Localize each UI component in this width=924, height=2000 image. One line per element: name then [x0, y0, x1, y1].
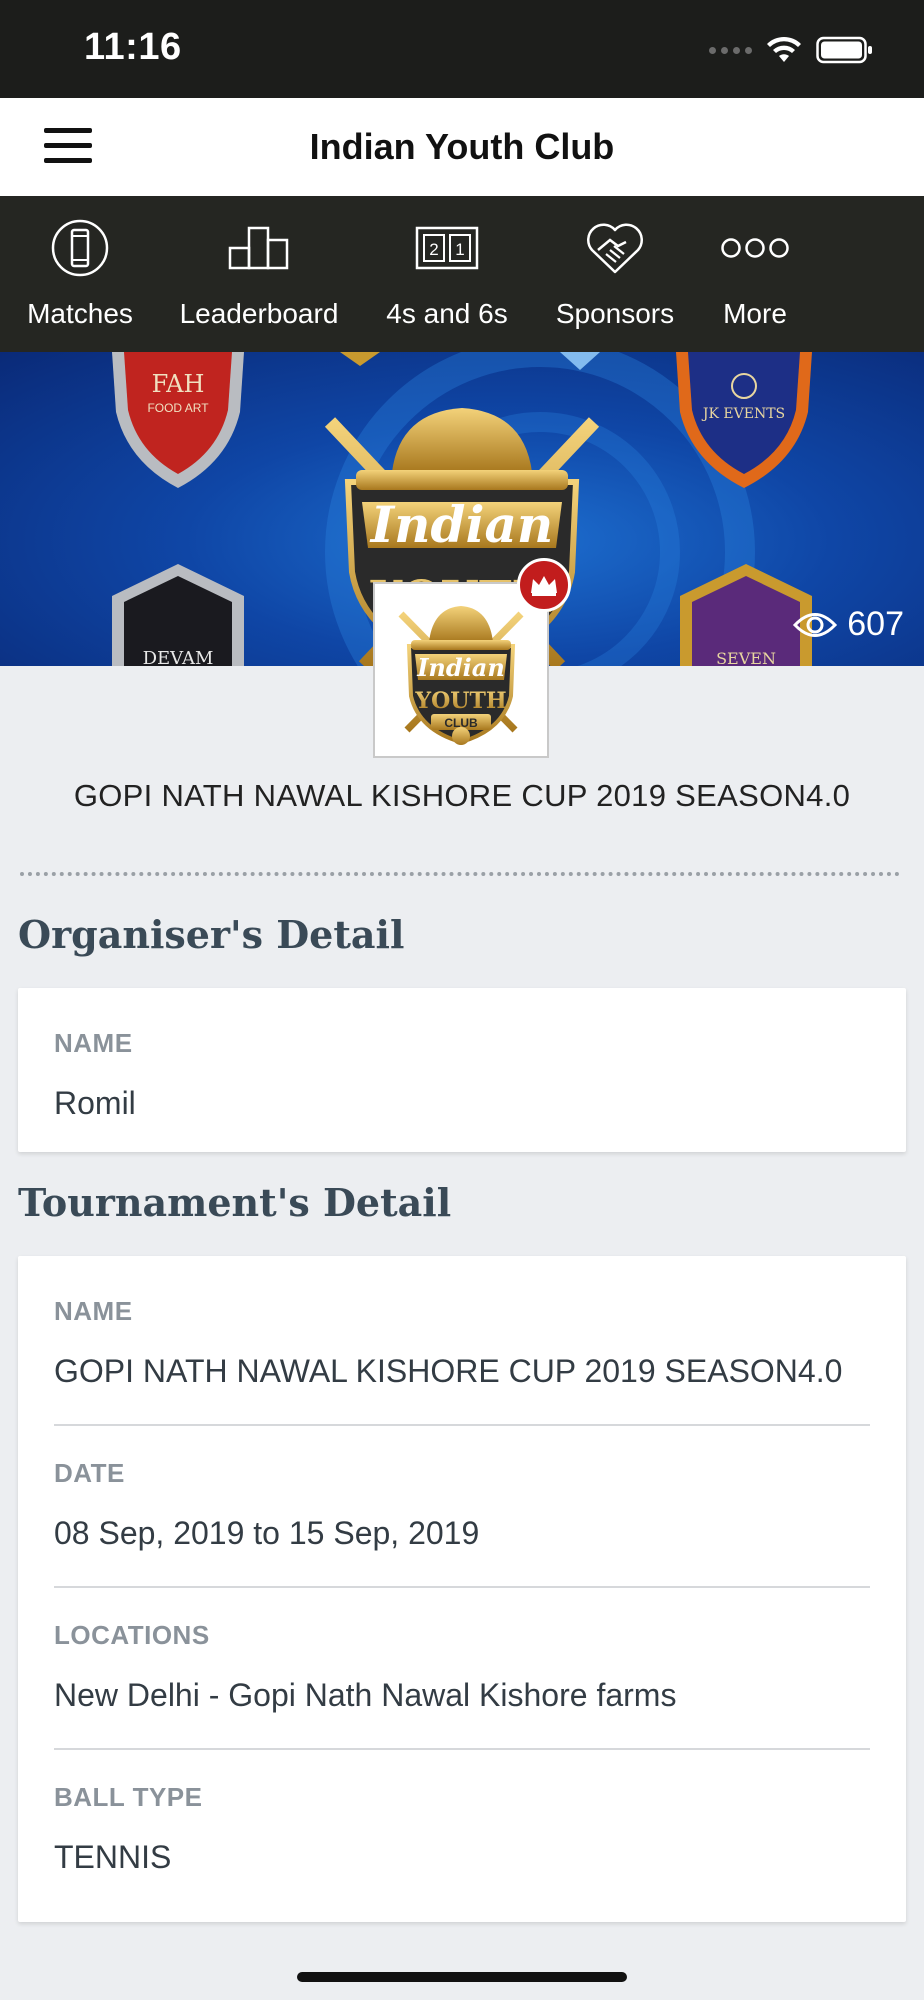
tab-label: More [723, 298, 787, 329]
cricket-pitch-icon [51, 219, 109, 277]
status-icons [709, 36, 874, 64]
field-label: NAME [54, 1028, 133, 1058]
divider [20, 872, 900, 876]
wifi-icon [767, 36, 801, 62]
field-label: DATE [54, 1458, 125, 1488]
tab-leaderboard[interactable]: Leaderboard [172, 216, 346, 330]
club-logo-image: Indian YOUTH CLUB [398, 606, 524, 745]
tab-label: Leaderboard [179, 298, 339, 329]
view-count: 607 [793, 605, 904, 644]
logo-text: YOUTH [414, 688, 506, 714]
status-time: 11:16 [84, 26, 182, 68]
page-title: Indian Youth Club [309, 126, 615, 167]
tournament-location-value: New Delhi - Gopi Nath Nawal Kishore farm… [54, 1677, 677, 1713]
sponsor-text: SEVEN [716, 649, 776, 666]
crown-badge [517, 558, 571, 612]
battery-icon [816, 36, 872, 64]
sponsor-text: DEVAM [143, 648, 214, 666]
tab-label: Sponsors [555, 298, 675, 329]
tab-label: Matches [27, 298, 133, 329]
leaderboard-icon [228, 226, 289, 270]
tournament-heading: Tournament's Detail [18, 1180, 452, 1225]
app-header: Indian Youth Club [0, 98, 924, 197]
more-dots-icon [721, 238, 789, 258]
field-label: BALL TYPE [54, 1782, 203, 1812]
field-label: LOCATIONS [54, 1620, 210, 1650]
logo-text: Indian [416, 653, 505, 682]
tournament-location-field: LOCATIONS New Delhi - Gopi Nath Nawal Ki… [54, 1620, 870, 1714]
tab-sponsors[interactable]: Sponsors [546, 216, 684, 330]
tournament-title: GOPI NATH NAWAL KISHORE CUP 2019 SEASON4… [73, 778, 851, 813]
field-separator [54, 1748, 870, 1750]
organiser-name-value: Romil [54, 1085, 136, 1121]
tournament-date-field: DATE 08 Sep, 2019 to 15 Sep, 2019 [54, 1458, 870, 1552]
organiser-name-field: NAME Romil [54, 1028, 870, 1122]
home-indicator[interactable] [297, 1972, 627, 1982]
sponsor-text: FOOD ART [147, 401, 209, 415]
organiser-card: NAME Romil [18, 988, 906, 1152]
sponsor-text: FAH [152, 370, 205, 398]
tournament-ball-type-value: TENNIS [54, 1839, 172, 1875]
field-separator [54, 1586, 870, 1588]
tournament-name-value: GOPI NATH NAWAL KISHORE CUP 2019 SEASON4… [54, 1353, 843, 1389]
tournament-card: NAME GOPI NATH NAWAL KISHORE CUP 2019 SE… [18, 1256, 906, 1922]
cellular-signal-icon [709, 46, 752, 54]
handshake-heart-icon [587, 223, 643, 274]
tab-matches[interactable]: Matches [18, 216, 142, 330]
view-count-value: 607 [847, 605, 904, 643]
svg-text:1: 1 [455, 240, 464, 259]
crown-icon [531, 576, 557, 596]
organiser-heading: Organiser's Detail [18, 912, 405, 957]
eye-icon [793, 612, 838, 637]
scoreboard-icon: 2 1 [415, 226, 479, 270]
tab-bar: Matches Leaderboard 2 1 4s and 6s Sponso… [0, 196, 924, 352]
club-logo[interactable]: Indian YOUTH CLUB [373, 582, 549, 758]
tournament-name-field: NAME GOPI NATH NAWAL KISHORE CUP 2019 SE… [54, 1296, 870, 1390]
tournament-date-value: 08 Sep, 2019 to 15 Sep, 2019 [54, 1515, 480, 1551]
tournament-ball-type-field: BALL TYPE TENNIS [54, 1782, 870, 1876]
tab-label: 4s and 6s [386, 298, 508, 329]
svg-text:2: 2 [429, 240, 438, 259]
field-separator [54, 1424, 870, 1426]
sponsor-text: JK EVENTS [701, 406, 785, 422]
tab-more[interactable]: More [706, 216, 804, 330]
tab-4s-and-6s[interactable]: 2 1 4s and 6s [380, 216, 514, 330]
logo-text: Indian [369, 495, 553, 554]
status-bar: 11:16 [0, 0, 924, 98]
field-label: NAME [54, 1296, 133, 1326]
